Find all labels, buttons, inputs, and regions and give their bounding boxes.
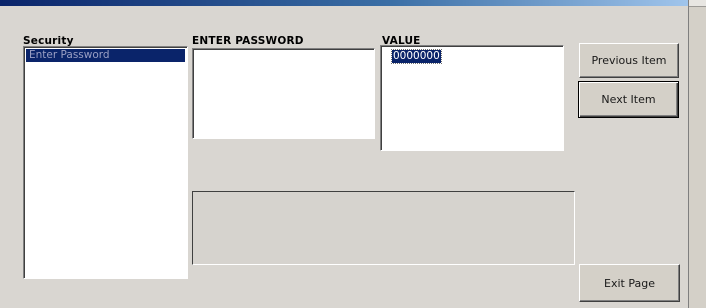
window-corner xyxy=(689,0,706,7)
password-field[interactable] xyxy=(192,48,375,139)
value-field[interactable]: 0000000 xyxy=(380,45,564,151)
exit-page-button[interactable]: Exit Page xyxy=(579,264,680,302)
window-right-frame xyxy=(688,0,706,308)
security-listbox[interactable]: Enter Password xyxy=(23,46,188,279)
message-panel xyxy=(192,191,575,265)
title-bar-edge xyxy=(0,0,706,6)
previous-item-button[interactable]: Previous Item xyxy=(579,43,679,78)
enter-password-label: ENTER PASSWORD xyxy=(192,35,304,47)
security-dialog: Security Enter Password ENTER PASSWORD V… xyxy=(0,0,706,308)
next-item-button[interactable]: Next Item xyxy=(578,81,679,118)
list-item-enter-password[interactable]: Enter Password xyxy=(26,49,185,62)
value-field-text: 0000000 xyxy=(391,49,442,64)
